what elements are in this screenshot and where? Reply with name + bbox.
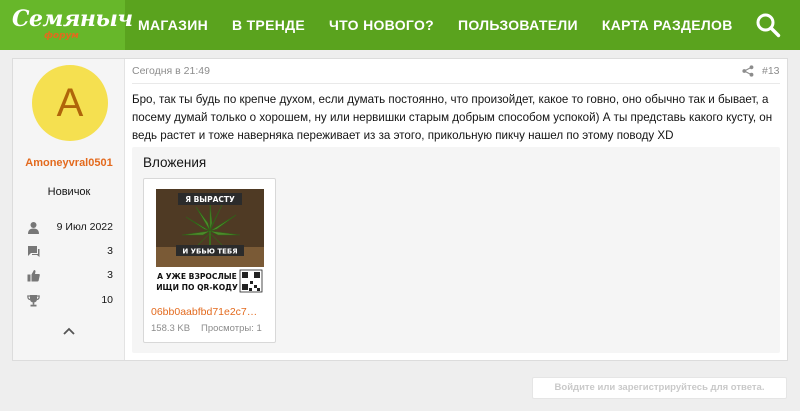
nav-item-members[interactable]: ПОЛЬЗОВАТЕЛИ (446, 17, 590, 33)
attachments-title: Вложения (143, 155, 207, 170)
meme-top-text: Я ВЫРАСТУ (185, 195, 235, 204)
stat-likes: 3 (27, 267, 113, 283)
nav-item-sections-map[interactable]: КАРТА РАЗДЕЛОВ (590, 17, 745, 33)
avatar[interactable]: A (32, 65, 108, 141)
chevron-up-icon[interactable] (61, 325, 77, 337)
share-icon[interactable] (742, 65, 754, 77)
main-nav: МАГАЗИН В ТРЕНДЕ ЧТО НОВОГО? ПОЛЬЗОВАТЕЛ… (125, 0, 745, 50)
meme-bottom-text-1: А УЖЕ ВЗРОСЛЫЕ (157, 272, 237, 281)
post-content: Сегодня в 21:49 #13 Бро, так ты будь по … (125, 59, 787, 360)
messages-icon (28, 245, 40, 257)
attachment-views: Просмотры: 1 (201, 323, 262, 334)
nav-item-whats-new[interactable]: ЧТО НОВОГО? (317, 17, 446, 33)
post-message: Бро, так ты будь по крепче духом, если д… (132, 93, 773, 142)
stat-messages: 3 (27, 243, 113, 259)
meta-divider (132, 83, 780, 84)
thumbs-up-icon (27, 269, 40, 281)
logo-text: Семяныч (12, 6, 133, 32)
user-icon (28, 221, 39, 234)
attachment-size: 158.3 KB (151, 323, 191, 334)
nav-item-shop[interactable]: МАГАЗИН (125, 17, 220, 33)
attachment-filename[interactable]: 06bb0aabfbd71e2c7… (151, 306, 275, 318)
nav-item-trending[interactable]: В ТРЕНДЕ (220, 17, 317, 33)
post-user-column: A Amoneyvral0501 Новичок 9 Июл 2022 3 3 … (13, 59, 125, 360)
post-number[interactable]: #13 (762, 65, 780, 77)
qr-code-icon (239, 269, 263, 293)
logo-subtext: форум (44, 31, 79, 41)
post-meta: Сегодня в 21:49 #13 (132, 65, 780, 81)
post-time[interactable]: Сегодня в 21:49 (132, 65, 210, 77)
stat-joined: 9 Июл 2022 (27, 219, 113, 235)
stat-messages-value: 3 (107, 245, 113, 257)
forum-post: A Amoneyvral0501 Новичок 9 Июл 2022 3 3 … (12, 58, 788, 361)
stat-points-value: 10 (101, 294, 113, 306)
meme-mid-text: И УБЬЮ ТЕБЯ (182, 248, 237, 256)
attachment-thumbnail[interactable]: Я ВЫРАСТУ И УБЬЮ ТЕБЯ А УЖЕ ВЗРОСЛЫЕ ИЩИ… (156, 189, 264, 297)
trophy-icon (27, 294, 40, 306)
user-title: Новичок (47, 186, 91, 198)
login-to-reply-button[interactable]: Войдите или зарегистрируйтесь для ответа… (532, 377, 787, 399)
meme-bottom-text-2: ИЩИ ПО QR-КОДУ (156, 283, 238, 292)
attachment-card[interactable]: Я ВЫРАСТУ И УБЬЮ ТЕБЯ А УЖЕ ВЗРОСЛЫЕ ИЩИ… (143, 178, 276, 343)
site-header: Семяныч форум МАГАЗИН В ТРЕНДЕ ЧТО НОВОГ… (0, 0, 800, 50)
attachments-block: Вложения Я ВЫРАСТУ И УБЬЮ ТЕБЯ А УЖЕ ВЗР… (132, 147, 780, 353)
stat-points: 10 (27, 292, 113, 308)
search-icon[interactable] (754, 11, 782, 39)
stat-joined-value: 9 Июл 2022 (56, 221, 113, 233)
site-logo[interactable]: Семяныч форум (0, 0, 133, 50)
username[interactable]: Amoneyvral0501 (17, 155, 121, 171)
stat-likes-value: 3 (107, 269, 113, 281)
